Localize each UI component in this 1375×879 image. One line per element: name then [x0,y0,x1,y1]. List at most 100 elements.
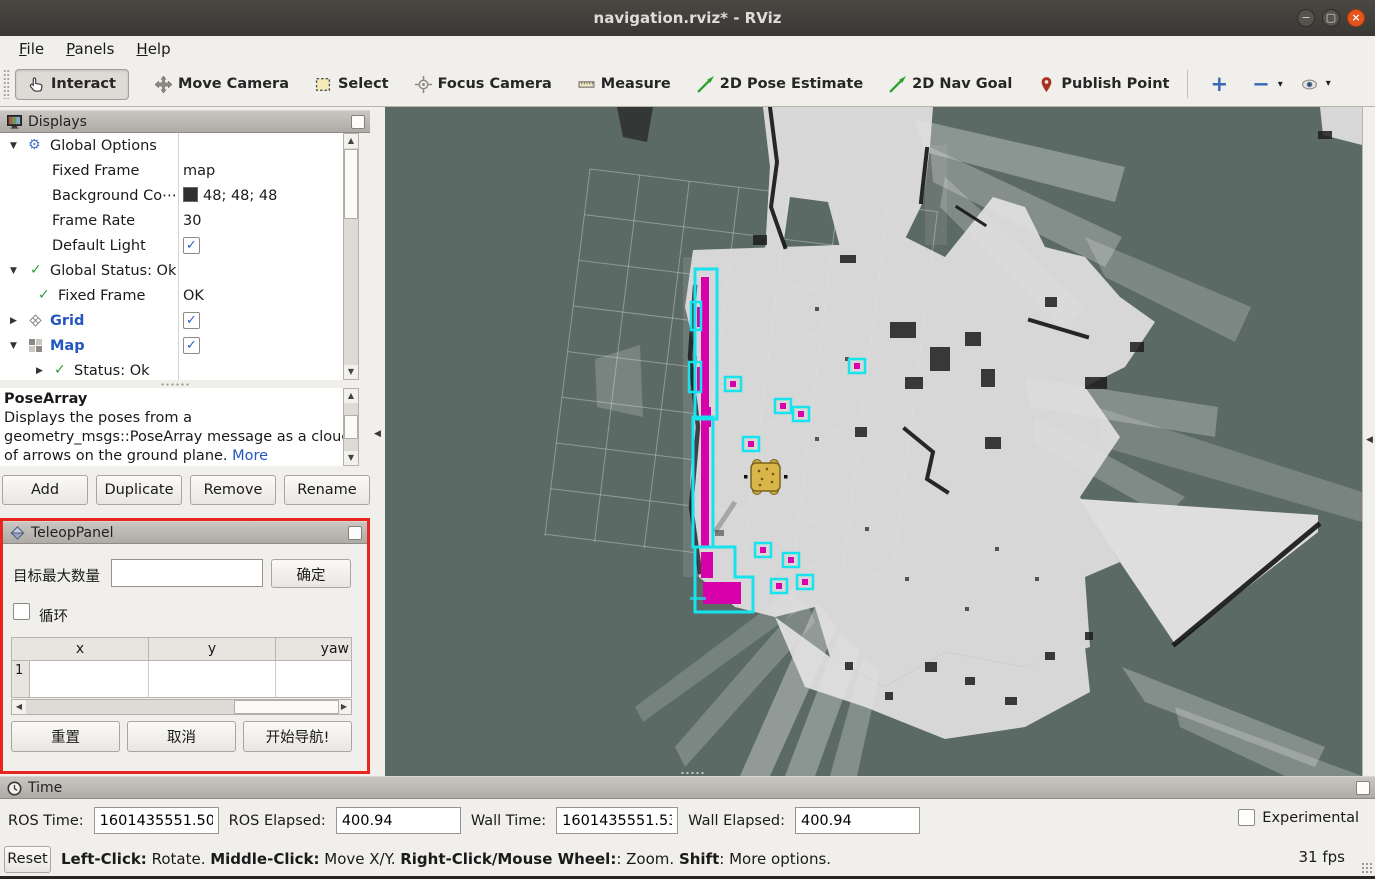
render-viewport[interactable] [385,107,1362,776]
collapse-panel-icon[interactable]: ◀ [1366,435,1373,445]
minimize-button[interactable]: − [1297,9,1315,27]
wall-time-input[interactable] [556,807,678,834]
tree-row-global-options[interactable]: ▼ ⚙ Global Options [0,133,358,158]
add-button[interactable]: Add [2,475,88,505]
scrollbar-thumb[interactable] [234,700,339,714]
tool-focus-camera[interactable]: Focus Camera [415,70,552,99]
scroll-up-icon[interactable]: ▲ [344,134,358,148]
expander-icon[interactable]: ▶ [10,316,20,326]
tool-2d-pose-estimate[interactable]: 2D Pose Estimate [697,70,863,99]
expander-icon[interactable]: ▼ [10,266,20,276]
splitter-handle[interactable] [160,382,190,387]
column-header-y[interactable]: y [149,638,276,660]
zoom-out-button[interactable]: − ▾ [1252,74,1283,94]
tree-row-fixed-frame-status[interactable]: ✓ Fixed Frame OK [0,283,358,308]
tree-row-map[interactable]: ▼ Map ✓ [0,333,358,358]
tree-value[interactable]: map [183,163,215,179]
cell-x[interactable] [30,661,149,697]
displays-tree[interactable]: ▼ ⚙ Global Options Fixed Frame map Backg… [0,133,358,380]
tree-label: Status: Ok [74,363,150,379]
ros-time-input[interactable] [94,807,219,834]
row-index: 1 [12,661,30,697]
tool-label: Measure [601,76,671,92]
ros-time-label: ROS Time: [8,813,84,829]
tool-2d-nav-goal[interactable]: 2D Nav Goal [889,70,1012,99]
chevron-down-icon[interactable]: ▾ [1278,79,1283,90]
title-bar[interactable]: navigation.rviz* - RViz − ▢ × [0,0,1375,36]
checkbox-checked[interactable]: ✓ [183,312,200,329]
tool-select[interactable]: Select [315,70,389,99]
tree-value: OK [183,288,204,304]
cancel-button[interactable]: 取消 [127,721,236,752]
resize-grip[interactable] [1361,862,1373,874]
panel-float-button[interactable] [351,115,365,129]
toolbar-drag-handle[interactable] [3,69,10,99]
tool-move-camera[interactable]: Move Camera [155,70,289,99]
tree-row-background-color[interactable]: Background Co⋯ 48; 48; 48 [0,183,358,208]
experimental-checkbox[interactable] [1238,809,1255,826]
start-navigation-button[interactable]: 开始导航! [243,721,352,752]
reset-goals-button[interactable]: 重置 [11,721,120,752]
time-panel-header[interactable]: Time [0,776,1375,799]
description-line: of arrows on the ground plane. [4,448,232,464]
description-scrollbar[interactable]: ▲ ▼ [343,388,359,466]
reset-button[interactable]: Reset [4,846,51,873]
panel-float-button[interactable] [348,526,362,540]
close-button[interactable]: × [1347,9,1365,27]
expander-icon[interactable]: ▼ [10,341,20,351]
scrollbar-thumb[interactable] [344,149,358,219]
menu-help[interactable]: Help [127,38,179,60]
column-header-x[interactable]: x [12,638,149,660]
scroll-up-icon[interactable]: ▲ [344,389,358,403]
ros-elapsed-input[interactable] [336,807,461,834]
menu-panels[interactable]: Panels [57,38,123,60]
panel-splitter[interactable]: ◀ [371,107,385,776]
cell-yaw[interactable] [276,661,351,697]
tool-measure[interactable]: Measure [578,70,671,99]
collapse-panel-icon[interactable]: ◀ [374,429,381,439]
camera-visibility-button[interactable]: ▾ [1301,76,1331,93]
expander-icon[interactable]: ▼ [10,141,20,151]
table-h-scrollbar[interactable]: ◀ ▶ [11,699,352,715]
table-row: 1 [11,661,352,698]
confirm-button[interactable]: 确定 [271,559,351,588]
cell-y[interactable] [149,661,276,697]
duplicate-button[interactable]: Duplicate [96,475,182,505]
scroll-left-icon[interactable]: ◀ [12,700,26,714]
tree-value[interactable]: 30 [183,213,201,229]
loop-checkbox[interactable] [13,603,30,620]
tool-interact[interactable]: Interact [15,69,129,100]
displays-panel-header[interactable]: Displays [0,110,370,133]
tree-row-fixed-frame[interactable]: Fixed Frame map [0,158,358,183]
max-goals-input[interactable] [111,559,263,587]
right-panel-splitter[interactable]: ◀ [1362,107,1375,776]
maximize-button[interactable]: ▢ [1322,9,1340,27]
column-header-yaw[interactable]: yaw [276,638,351,660]
scroll-down-icon[interactable]: ▼ [344,451,358,465]
remove-button[interactable]: Remove [190,475,276,505]
tree-row-default-light[interactable]: Default Light ✓ [0,233,358,258]
tree-row-map-status[interactable]: ▶ ✓ Status: Ok [0,358,358,380]
scrollbar-thumb[interactable] [344,415,358,439]
rename-button[interactable]: Rename [284,475,370,505]
description-line: Displays the poses from a [4,410,192,426]
tree-row-frame-rate[interactable]: Frame Rate 30 [0,208,358,233]
chevron-down-icon[interactable]: ▾ [1326,78,1331,89]
scroll-down-icon[interactable]: ▼ [344,365,358,379]
splitter-handle[interactable] [680,771,706,775]
displays-tree-scrollbar[interactable]: ▲ ▼ [343,133,359,380]
checkbox-checked[interactable]: ✓ [183,237,200,254]
expander-icon[interactable]: ▶ [36,366,46,376]
menu-file[interactable]: File [10,38,53,60]
panel-title: TeleopPanel [31,525,114,541]
scroll-right-icon[interactable]: ▶ [337,700,351,714]
tool-publish-point[interactable]: Publish Point [1038,70,1169,99]
tree-row-grid[interactable]: ▶ Grid ✓ [0,308,358,333]
tree-row-global-status[interactable]: ▼ ✓ Global Status: Ok [0,258,358,283]
panel-float-button[interactable] [1356,781,1370,795]
tree-value[interactable]: 48; 48; 48 [183,187,277,204]
zoom-in-button[interactable]: + [1210,74,1228,94]
wall-elapsed-input[interactable] [795,807,920,834]
checkbox-checked[interactable]: ✓ [183,337,200,354]
teleop-panel-header[interactable]: TeleopPanel [3,521,367,544]
